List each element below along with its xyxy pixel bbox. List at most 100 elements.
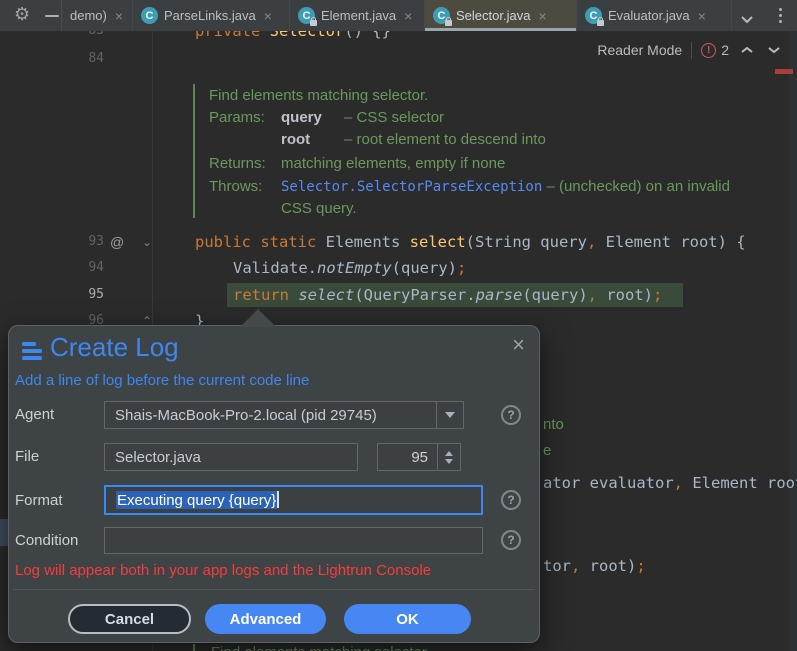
tab-evaluator[interactable]: C Evaluator.java × <box>577 0 732 31</box>
format-label: Format <box>15 492 63 509</box>
javadoc-param-desc: – CSS selector <box>344 109 445 126</box>
tab-label: ParseLinks.java <box>164 8 256 23</box>
ide-window: ⚙ demo) × C ParseLinks.java × C Element.… <box>0 0 797 651</box>
editor-inspection-widget: Reader Mode ! 2 <box>597 40 783 60</box>
code-token: Element root) { <box>596 233 746 251</box>
error-stripe-marker[interactable] <box>775 69 793 74</box>
code-token: return <box>233 286 299 304</box>
lightrun-logo-icon <box>22 342 44 361</box>
tab-label: demo) <box>70 8 107 23</box>
file-input[interactable]: Selector.java <box>104 443 358 471</box>
condition-input[interactable] <box>104 527 483 554</box>
fold-marker-icon[interactable]: ⌄ <box>142 231 152 253</box>
tab-label: Evaluator.java <box>608 8 690 23</box>
previous-error-icon[interactable] <box>738 44 756 56</box>
javadoc-exception-link[interactable]: Selector.SelectorParseException <box>281 179 542 195</box>
tab-label: Selector.java <box>456 8 531 23</box>
line-number: 84 <box>88 51 104 66</box>
javadoc-params-row: Params: query – CSS selector <box>209 108 444 128</box>
close-icon[interactable]: × <box>115 9 123 23</box>
settings-gear-icon[interactable]: ⚙ <box>14 4 30 25</box>
active-tab-underline <box>425 28 576 31</box>
code-token: ; <box>653 286 663 304</box>
javadoc-params-row: root – root element to descend into <box>281 130 546 150</box>
close-icon[interactable]: × <box>538 9 546 23</box>
tab-selector-active[interactable]: C Selector.java × <box>425 0 577 31</box>
line-number: 93 <box>88 234 104 249</box>
divider <box>13 589 535 590</box>
code-fragment: tor, root); <box>543 557 646 575</box>
line-number-stepper[interactable]: 95 <box>377 443 461 471</box>
file-label: File <box>15 448 40 465</box>
code-token: (String query <box>465 233 587 251</box>
javadoc-param-name: root <box>281 131 311 148</box>
close-icon[interactable]: × <box>264 9 272 23</box>
step-up-icon <box>445 450 453 456</box>
close-icon[interactable]: × <box>404 9 412 23</box>
code-token: parse <box>475 286 523 304</box>
text-caret <box>277 491 279 508</box>
class-lock-icon: C <box>585 7 604 26</box>
format-input[interactable]: Executing query {query} <box>104 485 483 515</box>
code-fragment: ator evaluator, Element root <box>543 474 797 492</box>
tabbar-lead: ⚙ <box>0 0 62 31</box>
ok-button[interactable]: OK <box>344 604 471 634</box>
close-icon[interactable]: × <box>512 334 525 356</box>
code-token: select <box>409 233 466 251</box>
chevron-down-icon[interactable] <box>436 402 463 428</box>
code-token: (query) <box>391 259 457 277</box>
class-lock-icon: C <box>298 7 317 26</box>
agent-label: Agent <box>15 406 55 423</box>
javadoc-returns-row: Returns: matching elements, empty if none <box>209 154 505 174</box>
tab-label: Element.java <box>321 8 397 23</box>
javadoc-summary-bottom: Find elements matching selector <box>211 643 427 651</box>
agent-select[interactable]: Shais-MacBook-Pro-2.local (pid 29745) <box>104 401 464 429</box>
stepper-arrows[interactable] <box>437 444 460 470</box>
line-number-current: 95 <box>88 287 104 302</box>
agent-value: Shais-MacBook-Pro-2.local (pid 29745) <box>115 406 377 424</box>
javadoc-throws-desc: – (unchecked) on an invalid <box>542 178 730 195</box>
tab-parselinks[interactable]: C ParseLinks.java × <box>133 0 290 31</box>
javadoc-param-name: query <box>281 109 322 126</box>
chevron-down-icon[interactable] <box>740 11 754 29</box>
hide-panel-icon[interactable] <box>45 15 59 17</box>
advanced-button[interactable]: Advanced <box>205 604 326 634</box>
help-icon[interactable]: ? <box>501 490 521 510</box>
code-token: select <box>298 286 355 304</box>
step-down-icon <box>445 458 453 464</box>
gutter-accent <box>0 519 8 546</box>
error-count: 2 <box>721 42 729 58</box>
code-token: Validate. <box>233 259 317 277</box>
scrollbar-track[interactable] <box>789 31 797 651</box>
reader-mode-toggle[interactable]: Reader Mode <box>597 42 682 58</box>
javadoc-label: Throws: <box>209 178 263 195</box>
code-fragment: e <box>543 442 552 459</box>
help-icon[interactable]: ? <box>501 530 521 550</box>
help-icon[interactable]: ? <box>501 405 521 425</box>
tab-demo[interactable]: demo) × <box>62 0 133 31</box>
close-icon[interactable]: × <box>698 9 706 23</box>
javadoc-param-desc: – root element to descend into <box>344 131 546 148</box>
javadoc-label: Params: <box>209 109 265 126</box>
create-log-dialog: × Create Log Add a line of log before th… <box>8 309 540 643</box>
code-token: (query) <box>522 286 588 304</box>
code-line-94: Validate.notEmpty(query); <box>233 257 466 279</box>
tab-element[interactable]: C Element.java × <box>290 0 425 31</box>
error-indicator-icon[interactable]: ! <box>701 42 717 58</box>
next-error-icon[interactable] <box>765 44 783 56</box>
warning-text: Log will appear both in your app logs an… <box>15 562 432 579</box>
code-token: (QueryParser. <box>354 286 476 304</box>
code-token: root) <box>597 286 653 304</box>
code-token: , <box>587 286 597 304</box>
code-fragment: nto <box>543 416 564 433</box>
javadoc-throws-row: Throws: Selector.SelectorParseException –… <box>209 177 730 197</box>
code-token: notEmpty <box>317 259 392 277</box>
dialog-pointer <box>240 309 276 327</box>
kebab-menu-icon[interactable] <box>773 6 788 25</box>
cancel-button[interactable]: Cancel <box>68 604 191 634</box>
annotation-gutter-icon[interactable]: @ <box>110 231 124 253</box>
divider <box>691 41 693 59</box>
class-lock-icon: C <box>433 7 452 26</box>
javadoc-returns-desc: matching elements, empty if none <box>281 155 506 172</box>
dialog-subtitle: Add a line of log before the current cod… <box>15 372 310 389</box>
